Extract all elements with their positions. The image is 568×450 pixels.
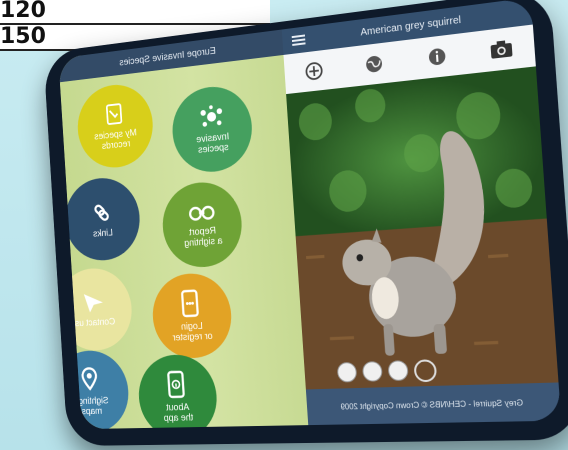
contact-us-button[interactable]: Contact us [58,266,135,352]
link-icon [90,199,113,225]
species-detail-panel: American grey squirrel Grey Squirrel - C… [281,0,562,426]
photo-caption: Grey Squirrel - CEH/NBS © Crown Copyrigh… [305,382,562,426]
binoculars-icon [187,201,215,224]
login-register-button[interactable]: Login or register [150,271,234,360]
species-menu-panel: Europe Invasive Species My species recor… [58,29,309,430]
phone-login-icon [181,288,201,318]
plus-circle-icon[interactable] [302,58,326,84]
dots-cluster-icon [199,105,222,127]
phone-info-icon [167,370,186,399]
hamburger-menu-icon[interactable] [291,34,306,46]
tile-label: Contact us [74,316,116,329]
clipboard-check-icon [102,101,126,128]
tile-label: Report a sighting [183,225,223,250]
grey-squirrel-image [286,66,559,390]
tablet-device: Europe Invasive Species My species recor… [43,0,568,447]
camera-icon[interactable] [488,35,515,63]
tile-label: My species records [93,127,138,152]
tile-label: Invasive species [195,131,230,156]
report-sighting-button[interactable]: Report a sighting [160,179,245,270]
map-pin-icon [78,366,103,393]
tile-label: Sightings maps [74,395,110,418]
tile-label: About the app [163,402,194,424]
carousel-dot-active[interactable] [413,359,438,383]
menu-tiles: My species records Invasive species Link… [58,59,308,430]
carousel-dot[interactable] [336,361,358,383]
photo-carousel-indicator[interactable] [336,359,438,384]
tile-label: Links [92,227,114,240]
device-screen: Europe Invasive Species My species recor… [58,0,562,430]
paper-plane-icon [83,292,104,313]
carousel-dot[interactable] [387,360,409,382]
photo-caption-text: Grey Squirrel - CEH/NBS © Crown Copyrigh… [339,397,523,412]
links-button[interactable]: Links [62,174,143,263]
info-icon[interactable] [424,43,450,70]
menu-header-title: Europe Invasive Species [119,45,217,68]
globe-icon[interactable] [362,51,387,78]
tile-label: Login or register [172,321,214,344]
my-species-records-button[interactable]: My species records [75,80,156,171]
carousel-dot[interactable] [361,361,383,382]
species-photo [286,66,559,390]
about-app-button[interactable]: About the app [136,353,220,430]
table-row: 120 [0,0,270,25]
sightings-maps-button[interactable]: Sightings maps [58,349,131,430]
invasive-species-button[interactable]: Invasive species [169,82,255,176]
